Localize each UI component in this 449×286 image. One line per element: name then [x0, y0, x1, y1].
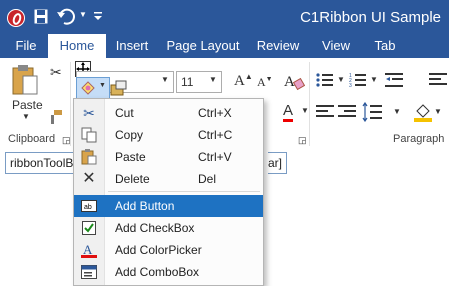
tab-page-layout[interactable]: Page Layout: [163, 34, 243, 58]
font-size-dropdown-icon[interactable]: ▼: [209, 75, 217, 84]
svg-text:ab: ab: [84, 204, 92, 211]
grow-font-icon[interactable]: A▲: [234, 72, 253, 90]
font-color-icon[interactable]: A: [283, 102, 294, 122]
menu-item-delete[interactable]: ✕ Delete Del: [74, 168, 263, 190]
delete-icon: ✕: [82, 170, 96, 187]
app-icon[interactable]: [7, 9, 25, 27]
bullets-dropdown-icon[interactable]: ▼: [337, 75, 345, 84]
shading-dropdown-icon[interactable]: ▼: [434, 107, 442, 116]
menu-item-shortcut: Ctrl+C: [198, 128, 233, 142]
menu-item-label: Add CheckBox: [115, 221, 195, 235]
font-name-dropdown-icon[interactable]: ▼: [161, 75, 169, 84]
svg-text:3: 3: [349, 83, 352, 88]
tab-view[interactable]: View: [313, 34, 359, 58]
tab-file[interactable]: File: [8, 34, 44, 58]
font-launcher-icon[interactable]: ◲: [298, 135, 307, 146]
paste-dropdown-icon[interactable]: ▼: [22, 112, 30, 121]
menu-item-label: Copy: [115, 128, 144, 142]
font-size-value: 11: [181, 75, 194, 89]
shrink-font-icon[interactable]: A▼: [257, 75, 273, 90]
save-icon[interactable]: [34, 9, 48, 24]
group-separator: [70, 62, 71, 146]
menu-item-label: Cut: [115, 106, 134, 120]
cut-icon[interactable]: ✂: [50, 64, 62, 81]
selected-ribbon-item[interactable]: ▼: [76, 77, 110, 99]
tab-review[interactable]: Review: [250, 34, 306, 58]
font-color-dropdown-icon[interactable]: ▼: [301, 106, 309, 115]
decrease-indent-icon[interactable]: [385, 72, 403, 88]
menu-item-shortcut: Del: [198, 172, 217, 186]
menu-item-label: Add Button: [115, 199, 175, 213]
window-title: C1Ribbon UI Sample: [300, 9, 441, 26]
ribbon-item-extra-icon[interactable]: [110, 80, 127, 96]
customize-qat-icon[interactable]: [93, 8, 103, 24]
menu-item-add-colorpicker[interactable]: A Add ColorPicker: [74, 239, 263, 261]
font-size-combobox[interactable]: 11 ▼: [176, 71, 222, 93]
editor-text-start[interactable]: ribbonToolB: [5, 152, 79, 174]
line-spacing-dropdown-icon[interactable]: ▼: [393, 107, 401, 116]
editor-text-end[interactable]: ar]: [268, 152, 288, 174]
format-painter-icon[interactable]: [49, 110, 63, 124]
menu-item-add-combobox[interactable]: Add ComboBox: [74, 261, 263, 283]
tab-insert[interactable]: Insert: [108, 34, 156, 58]
highlight-dropdown-icon[interactable]: ▼: [99, 82, 106, 89]
menu-item-label: Paste: [115, 150, 146, 164]
copy-icon: [81, 127, 97, 143]
scissors-icon: ✂: [83, 105, 95, 121]
menu-item-add-checkbox[interactable]: Add CheckBox: [74, 217, 263, 239]
combobox-icon: [81, 265, 97, 279]
align-left-icon[interactable]: [429, 72, 447, 88]
menu-item-label: Delete: [115, 172, 150, 186]
tab-home[interactable]: Home: [48, 34, 106, 59]
menu-separator: [108, 191, 260, 192]
menu-item-label: Add ColorPicker: [115, 243, 202, 257]
context-menu: ✂ Cut Ctrl+X Copy Ctrl+C Paste Ctrl+V ✕ …: [73, 98, 264, 286]
numbering-icon[interactable]: 1 2 3: [349, 72, 367, 88]
rtl-text-icon[interactable]: [338, 104, 356, 120]
undo-dropdown-icon[interactable]: ▼: [79, 10, 87, 19]
clipboard-group-label: Clipboard: [8, 133, 56, 145]
menu-item-shortcut: Ctrl+V: [198, 150, 232, 164]
menu-item-paste[interactable]: Paste Ctrl+V: [74, 146, 263, 168]
menu-item-add-button[interactable]: ab Add Button: [74, 195, 263, 217]
paste-icon: [81, 149, 97, 165]
tab-tab[interactable]: Tab: [365, 34, 405, 58]
ltr-text-icon[interactable]: [316, 104, 334, 120]
clear-formatting-icon[interactable]: A: [283, 70, 305, 92]
menu-item-copy[interactable]: Copy Ctrl+C: [74, 124, 263, 146]
title-bar: ▼ C1Ribbon UI Sample: [0, 0, 449, 34]
svg-text:A: A: [284, 74, 295, 90]
menu-item-shortcut: Ctrl+X: [198, 106, 232, 120]
bullets-icon[interactable]: [316, 72, 334, 88]
paragraph-group-label: Paragraph: [393, 133, 445, 145]
ribbon-tab-bar: File Home Insert Page Layout Review View…: [0, 34, 449, 59]
button-icon: ab: [81, 200, 97, 212]
paste-icon[interactable]: [11, 64, 39, 96]
svg-text:A: A: [83, 242, 93, 257]
colorpicker-icon: A: [81, 242, 97, 258]
checkbox-icon: [82, 221, 96, 235]
undo-icon[interactable]: [56, 8, 76, 26]
paste-button-label[interactable]: Paste: [12, 98, 43, 112]
menu-item-cut[interactable]: ✂ Cut Ctrl+X: [74, 102, 263, 124]
shading-icon[interactable]: [414, 102, 432, 122]
line-spacing-icon[interactable]: [362, 102, 382, 122]
menu-item-label: Add ComboBox: [115, 265, 200, 279]
highlight-color-icon: [81, 81, 95, 95]
numbering-dropdown-icon[interactable]: ▼: [370, 75, 378, 84]
group-separator: [309, 62, 310, 146]
